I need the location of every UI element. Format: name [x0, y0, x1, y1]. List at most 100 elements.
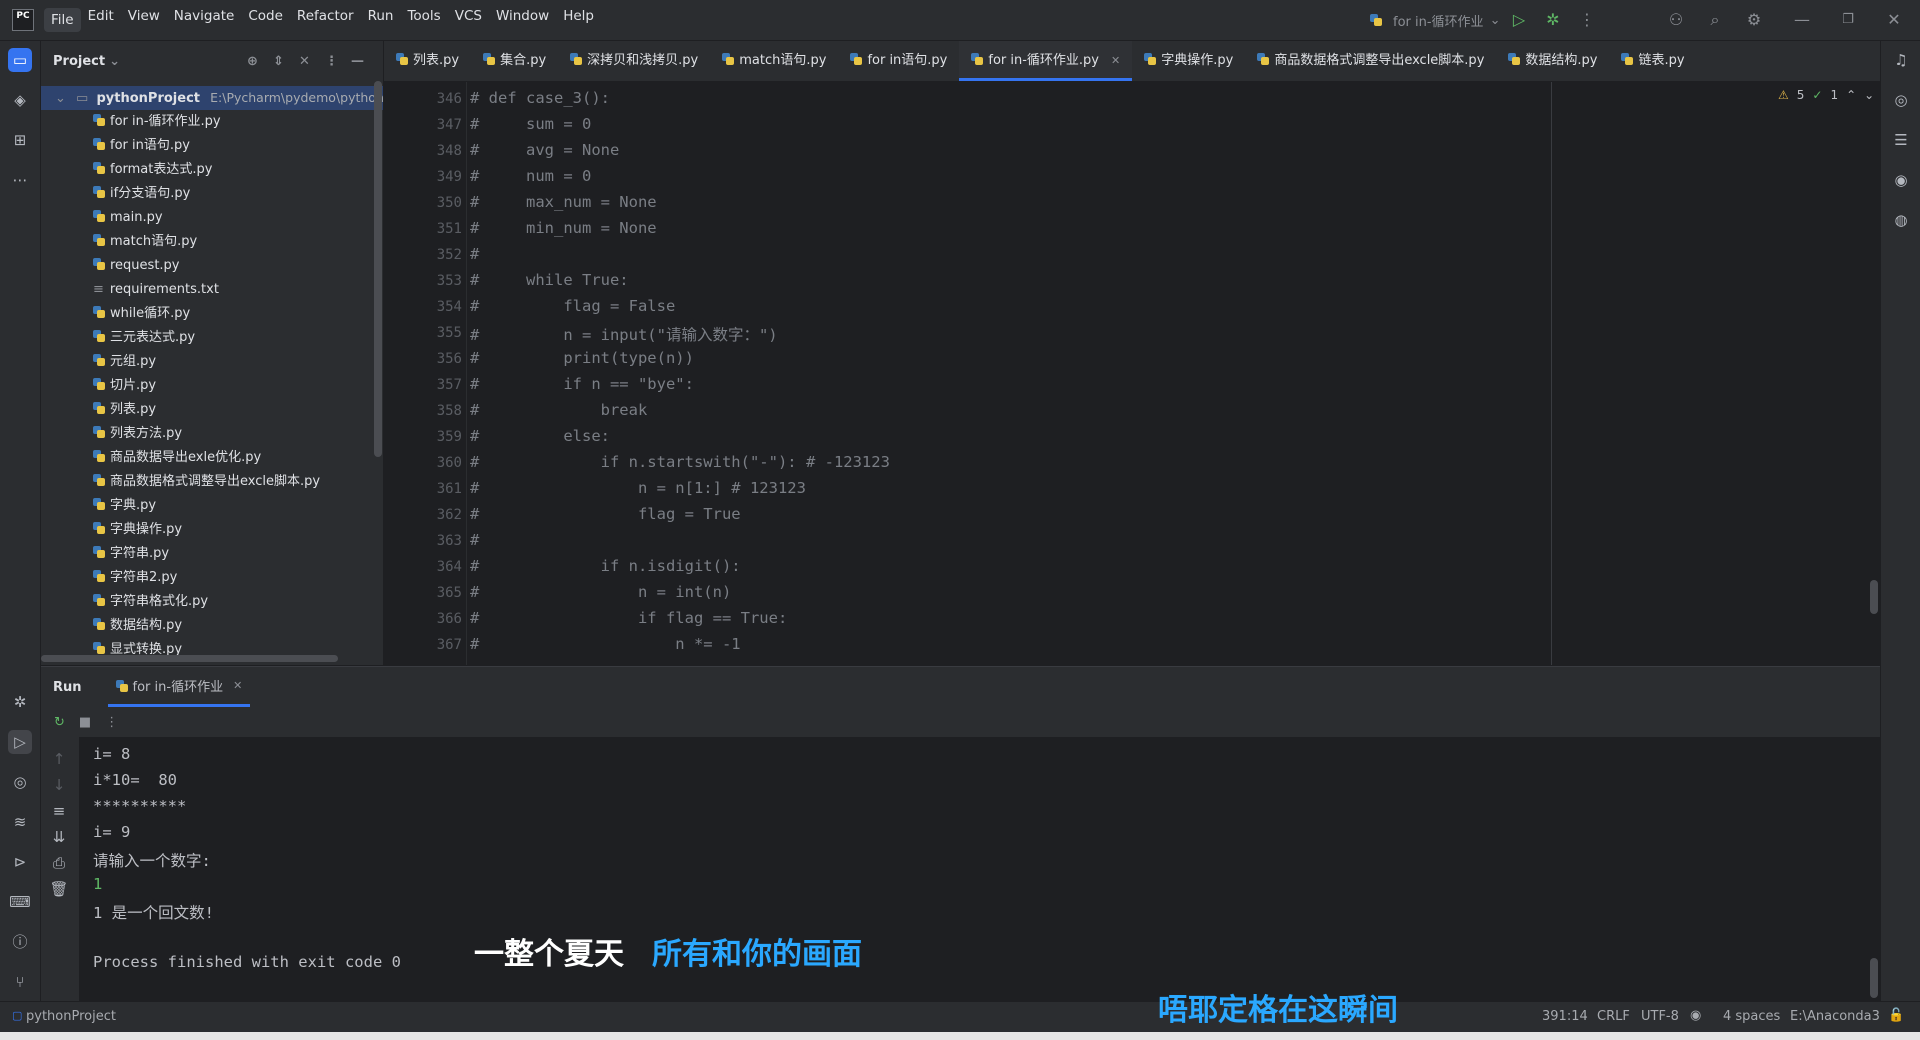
ai-assistant-icon[interactable]: ◎	[1889, 88, 1913, 112]
code-line[interactable]: # flag = True	[470, 505, 741, 523]
expand-all-icon[interactable]: ⇕	[273, 54, 284, 69]
editor-tab[interactable]: match语句.py	[710, 41, 838, 81]
terminal-icon[interactable]: ⌨	[8, 890, 32, 914]
status-cursor-position[interactable]: 391:14	[1542, 1009, 1588, 1024]
git-branch-icon[interactable]: ⑂	[8, 970, 32, 994]
tree-vertical-scrollbar[interactable]	[374, 81, 382, 457]
file-tree-item[interactable]: while循环.py	[93, 302, 190, 326]
run-config-selector[interactable]: for in-循环作业 ⌄	[1370, 10, 1500, 30]
python-console-icon[interactable]: ◎	[8, 770, 32, 794]
structure-icon[interactable]: ⊞	[8, 128, 32, 152]
arrow-down-icon[interactable]: ↓	[47, 773, 71, 797]
code-line[interactable]: # n = int(n)	[470, 583, 731, 601]
restore-icon[interactable]: ❐	[1838, 10, 1858, 30]
file-tree-item[interactable]: match语句.py	[93, 230, 197, 254]
editor-tab[interactable]: 集合.py	[471, 41, 558, 81]
collapse-all-icon[interactable]: ✕	[299, 54, 310, 69]
editor-tab[interactable]: 字典操作.py	[1132, 41, 1245, 81]
code-line[interactable]: # num = 0	[470, 167, 591, 185]
code-line[interactable]: # break	[470, 401, 647, 419]
code-editor[interactable]: 346 # def case_3(): 347 # sum = 0 348 # avg =…	[384, 82, 1880, 665]
options-icon[interactable]: ⋮	[325, 54, 338, 69]
menu-item-view[interactable]: View	[121, 8, 167, 32]
soft-wrap-icon[interactable]: ≡	[47, 799, 71, 823]
code-line[interactable]: # n = n[1:] # 123123	[470, 479, 806, 497]
settings-gear-icon[interactable]: ⚙	[1744, 10, 1764, 30]
menu-item-vcs[interactable]: VCS	[448, 8, 489, 32]
code-line[interactable]: #	[470, 531, 479, 549]
file-tree-item[interactable]: 商品数据导出exle优化.py	[93, 446, 261, 470]
add-user-icon[interactable]: ⚇	[1666, 10, 1686, 30]
code-line[interactable]: # avg = None	[470, 141, 619, 159]
run-tool-icon[interactable]: ▷	[8, 730, 32, 754]
file-tree-item[interactable]: for in-循环作业.py	[93, 110, 221, 134]
file-tree-item[interactable]: if分支语句.py	[93, 182, 190, 206]
code-line[interactable]: # print(type(n))	[470, 349, 694, 367]
search-icon[interactable]: ⌕	[1705, 10, 1725, 30]
file-tree-item[interactable]: 字典操作.py	[93, 518, 182, 542]
menu-item-navigate[interactable]: Navigate	[167, 8, 242, 32]
file-tree-item[interactable]: 字符串2.py	[93, 566, 177, 590]
code-line[interactable]: # n *= -1	[470, 635, 741, 653]
database-icon[interactable]: ☰	[1889, 128, 1913, 152]
file-tree-item[interactable]: 数据结构.py	[93, 614, 182, 638]
trash-icon[interactable]: 🗑	[47, 877, 71, 901]
minimize-icon[interactable]: —	[1792, 10, 1812, 30]
chevron-up-icon[interactable]: ⌃	[1846, 88, 1856, 102]
file-tree-item[interactable]: ≡ requirements.txt	[93, 278, 219, 302]
code-line[interactable]: # if n.isdigit():	[470, 557, 741, 575]
file-tree-item[interactable]: 列表方法.py	[93, 422, 182, 446]
hide-panel-icon[interactable]: —	[351, 54, 364, 69]
more-vertical-icon[interactable]: ⋮	[1577, 10, 1597, 30]
services-icon[interactable]: ⊳	[8, 850, 32, 874]
debug-bug-icon[interactable]: ✲	[8, 690, 32, 714]
chevron-down-icon[interactable]: ⌄	[1864, 88, 1874, 102]
rerun-icon[interactable]: ↻	[54, 715, 65, 730]
copilot-chat-icon[interactable]: ◍	[1889, 208, 1913, 232]
notifications-bell-icon[interactable]: ♫	[1889, 48, 1913, 72]
python-packages-icon[interactable]: ◈	[8, 88, 32, 112]
editor-tab[interactable]: 列表.py	[384, 41, 471, 81]
file-tree-item[interactable]: 列表.py	[93, 398, 156, 422]
locate-file-icon[interactable]: ⊕	[247, 54, 258, 69]
more-tools-icon[interactable]: ⋯	[8, 168, 32, 192]
code-line[interactable]: # if flag == True:	[470, 609, 787, 627]
file-tree-item[interactable]: for in语句.py	[93, 134, 190, 158]
file-tree-item[interactable]: 三元表达式.py	[93, 326, 195, 350]
editor-tab[interactable]: 数据结构.py	[1496, 41, 1609, 81]
editor-scrollbar[interactable]	[1870, 580, 1878, 614]
copilot-status-icon[interactable]: ◉	[1690, 1008, 1701, 1023]
status-project[interactable]: pythonProject	[26, 1009, 116, 1024]
file-tree-item[interactable]: 切片.py	[93, 374, 156, 398]
project-folder-icon[interactable]: ▭	[8, 48, 32, 72]
status-line-separator[interactable]: CRLF	[1597, 1009, 1630, 1024]
project-root-row[interactable]: ⌄ ▭ pythonProject E:\Pycharm\pydemo\pyth…	[41, 86, 383, 110]
code-line[interactable]: # n = input("请输入数字：")	[470, 323, 778, 345]
more-options-icon[interactable]: ⋮	[105, 715, 118, 730]
close-tab-icon[interactable]: ✕	[233, 679, 242, 692]
menu-item-help[interactable]: Help	[556, 8, 601, 32]
file-tree-item[interactable]: request.py	[93, 254, 180, 278]
layers-icon[interactable]: ≋	[8, 810, 32, 834]
status-interpreter[interactable]: E:\Anaconda3	[1790, 1009, 1880, 1024]
code-line[interactable]: # min_num = None	[470, 219, 657, 237]
run-icon[interactable]: ▷	[1509, 10, 1529, 30]
close-tab-icon[interactable]: ✕	[1111, 54, 1120, 67]
code-line[interactable]: # while True:	[470, 271, 629, 289]
code-line[interactable]: # flag = False	[470, 297, 675, 315]
chevron-down-icon[interactable]: ⌄	[109, 54, 120, 69]
problems-icon[interactable]: ⓘ	[8, 930, 32, 954]
menu-item-refactor[interactable]: Refactor	[290, 8, 361, 32]
code-line[interactable]: # if n == "bye":	[470, 375, 694, 393]
close-window-icon[interactable]: ✕	[1884, 10, 1904, 30]
pycharm-logo-icon[interactable]: PC	[12, 9, 34, 31]
status-indent[interactable]: 4 spaces	[1723, 1009, 1780, 1024]
code-line[interactable]: # max_num = None	[470, 193, 657, 211]
menu-item-file[interactable]: File	[44, 8, 81, 32]
file-tree-item[interactable]: 字符串格式化.py	[93, 590, 208, 614]
code-line[interactable]: #	[470, 245, 479, 263]
lock-icon[interactable]: 🔓	[1888, 1008, 1904, 1023]
code-line[interactable]: # else:	[470, 427, 610, 445]
copilot-icon[interactable]: ◉	[1889, 168, 1913, 192]
editor-tab[interactable]: 商品数据格式调整导出excle脚本.py	[1245, 41, 1496, 81]
